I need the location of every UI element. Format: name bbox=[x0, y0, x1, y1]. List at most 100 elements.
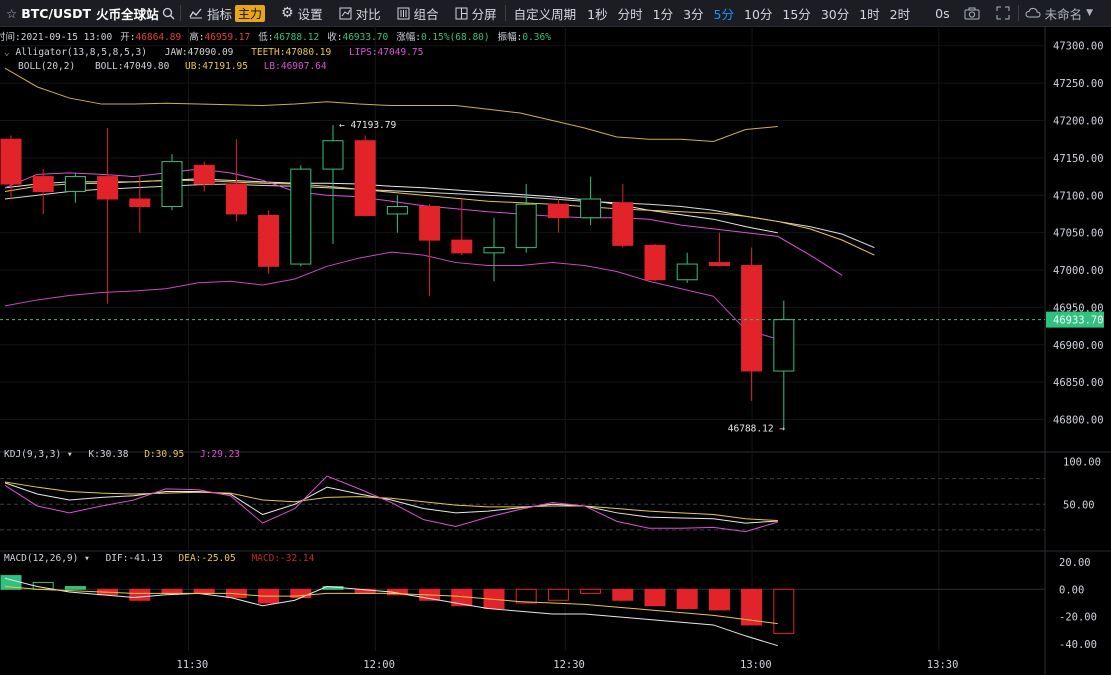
custom-period-button[interactable]: 自定义周期 bbox=[506, 0, 583, 26]
combo-button[interactable]: 组合 bbox=[389, 0, 447, 26]
period-button-6[interactable]: 15分 bbox=[777, 0, 815, 26]
time-axis: 11:0011:3012:0012:3013:0013:30 bbox=[177, 659, 959, 671]
time-axis-label: 13:30 bbox=[927, 659, 959, 671]
period-button-7[interactable]: 30分 bbox=[816, 0, 854, 26]
price-axis-label: 47000.00 bbox=[1053, 265, 1104, 277]
macd-bars bbox=[0, 575, 1045, 647]
high-price-marker: ← 47193.79 bbox=[339, 120, 396, 131]
info-label-1: 开: bbox=[120, 32, 135, 43]
indicators-label: 指标 bbox=[207, 6, 233, 22]
fullscreen-icon bbox=[996, 6, 1010, 20]
toolbar: ☆ BTC/USDT 火币全球站 指标 主力 ⚙ 设置 对比 组合 分屏 自定义… bbox=[0, 0, 1111, 27]
info-value-1: 46864.89 bbox=[135, 32, 181, 43]
chart-area[interactable]: 47300.00 47250.00 47200.00 47150.00 47100.00… bbox=[0, 26, 1111, 675]
alligator-jaw: JAW:47090.09 bbox=[165, 47, 234, 58]
symbol-label: BTC/USDT bbox=[21, 5, 92, 21]
kdj-d-line bbox=[4, 481, 778, 522]
dropdown-icon[interactable]: ▾ bbox=[67, 449, 73, 460]
price-axis-label: 47250.00 bbox=[1053, 78, 1104, 90]
settings-button[interactable]: ⚙ 设置 bbox=[273, 0, 331, 26]
period-button-2[interactable]: 1分 bbox=[648, 0, 678, 26]
price-axis-label: 46850.00 bbox=[1053, 377, 1104, 389]
info-label-2: 高: bbox=[189, 31, 204, 43]
macd-histogram-bar bbox=[580, 588, 602, 594]
period-button-9[interactable]: 2时 bbox=[885, 0, 915, 26]
info-row: 时间:2021-09-15 13:00 开:46864.89 高:46959.17 低… bbox=[0, 31, 551, 43]
info-value-5: 0.15%(68.80) bbox=[421, 32, 490, 43]
macd-axis-label: 0.00 bbox=[1059, 584, 1084, 596]
period-button-1[interactable]: 分时 bbox=[613, 0, 648, 26]
candle-body bbox=[0, 138, 22, 185]
boll-legend[interactable]: BOLL(20,2) BOLL:47049.80 UB:47191.95 LB:… bbox=[18, 61, 327, 72]
candle-body bbox=[386, 205, 408, 215]
candle-body bbox=[451, 239, 473, 254]
info-value-2: 46959.17 bbox=[204, 32, 250, 43]
period-button-5[interactable]: 10分 bbox=[739, 0, 777, 26]
fullscreen-button[interactable] bbox=[988, 0, 1018, 26]
alligator-name: Alligator(13,8,5,8,5,3) bbox=[15, 47, 147, 58]
low-price-marker: 46788.12 → bbox=[728, 423, 785, 434]
period-button-0[interactable]: 1秒 bbox=[582, 0, 612, 26]
star-icon[interactable]: ☆ bbox=[6, 6, 17, 21]
info-label-0: 时间: bbox=[0, 31, 21, 43]
macd-histogram-bar bbox=[193, 588, 215, 594]
macd-histogram-bar bbox=[644, 588, 666, 607]
candle-body bbox=[708, 262, 730, 267]
boll-lines bbox=[4, 67, 778, 340]
boll-lb: LB:46907.64 bbox=[264, 61, 327, 72]
period-button-8[interactable]: 1时 bbox=[854, 0, 884, 26]
kdj-axis-label: 100.00 bbox=[1063, 457, 1101, 469]
price-axis-label: 47100.00 bbox=[1053, 190, 1104, 202]
info-value-3: 46788.12 bbox=[273, 32, 319, 43]
period-button-3[interactable]: 3分 bbox=[678, 0, 708, 26]
alligator-teeth: TEETH:47080.19 bbox=[251, 47, 331, 58]
symbol-selector[interactable]: ☆ BTC/USDT 火币全球站 bbox=[0, 0, 159, 26]
macd-histogram-bar bbox=[708, 588, 730, 611]
combo-label: 组合 bbox=[413, 6, 439, 22]
candle-body bbox=[515, 203, 537, 249]
account-button[interactable]: 未命名 ▼ bbox=[1019, 0, 1099, 26]
candle-body bbox=[419, 205, 441, 241]
compare-icon bbox=[339, 7, 352, 19]
candle-body bbox=[193, 164, 215, 185]
kdj-legend[interactable]: KDJ(9,3,3) ▾ K:30.38 D:30.95 J:29.23 bbox=[4, 449, 240, 460]
macd-name: MACD(12,26,9) bbox=[4, 553, 78, 564]
candle-body bbox=[483, 247, 505, 254]
main-badge[interactable]: 主力 bbox=[235, 4, 266, 22]
account-label: 未命名 bbox=[1044, 6, 1083, 22]
alligator-legend[interactable]: ⌄ Alligator(13,8,5,8,5,3) JAW:47090.09 T… bbox=[4, 47, 423, 58]
price-axis-label: 47300.00 bbox=[1053, 41, 1104, 53]
split-screen-button[interactable]: 分屏 bbox=[447, 0, 505, 26]
macd-legend[interactable]: MACD(12,26,9) ▾ DIF:-41.13 DEA:-25.05 MA… bbox=[4, 553, 315, 564]
macd-histogram-bar bbox=[773, 588, 795, 634]
collapse-icon[interactable]: ⌄ bbox=[4, 47, 15, 58]
info-label-3: 低: bbox=[258, 31, 273, 43]
camera-icon bbox=[964, 7, 980, 19]
candle-body bbox=[258, 214, 280, 267]
info-value-4: 46933.70 bbox=[342, 32, 388, 43]
dropdown-icon[interactable]: ▾ bbox=[84, 553, 90, 564]
price-axis-label: 47050.00 bbox=[1053, 228, 1104, 240]
candle-body bbox=[612, 202, 634, 246]
candle-body bbox=[225, 183, 247, 215]
chevron-down-icon: ▼ bbox=[1086, 8, 1094, 18]
period-button-4[interactable]: 5分 bbox=[709, 0, 739, 26]
boll-name: BOLL(20,2) bbox=[18, 61, 75, 72]
candle-body bbox=[290, 168, 312, 265]
combo-icon bbox=[397, 7, 410, 19]
kdj-name: KDJ(9,3,3) bbox=[4, 449, 61, 460]
info-label-4: 收: bbox=[327, 31, 342, 43]
indicators-button[interactable]: 指标 主力 bbox=[181, 0, 273, 26]
price-axis-label: 47200.00 bbox=[1053, 116, 1104, 128]
extra-period-button[interactable]: 0s bbox=[929, 0, 955, 26]
kdj-j: J:29.23 bbox=[200, 449, 240, 460]
macd-dif-line bbox=[4, 577, 778, 647]
macd-histogram-bar bbox=[64, 586, 86, 590]
search-button[interactable] bbox=[156, 0, 180, 26]
kdj-d: D:30.95 bbox=[144, 449, 184, 460]
macd-histogram-bar bbox=[129, 588, 151, 601]
macd-axis-label: -40.00 bbox=[1059, 639, 1097, 651]
compare-button[interactable]: 对比 bbox=[331, 0, 389, 26]
candle-body bbox=[161, 161, 183, 207]
screenshot-button[interactable] bbox=[956, 0, 988, 26]
